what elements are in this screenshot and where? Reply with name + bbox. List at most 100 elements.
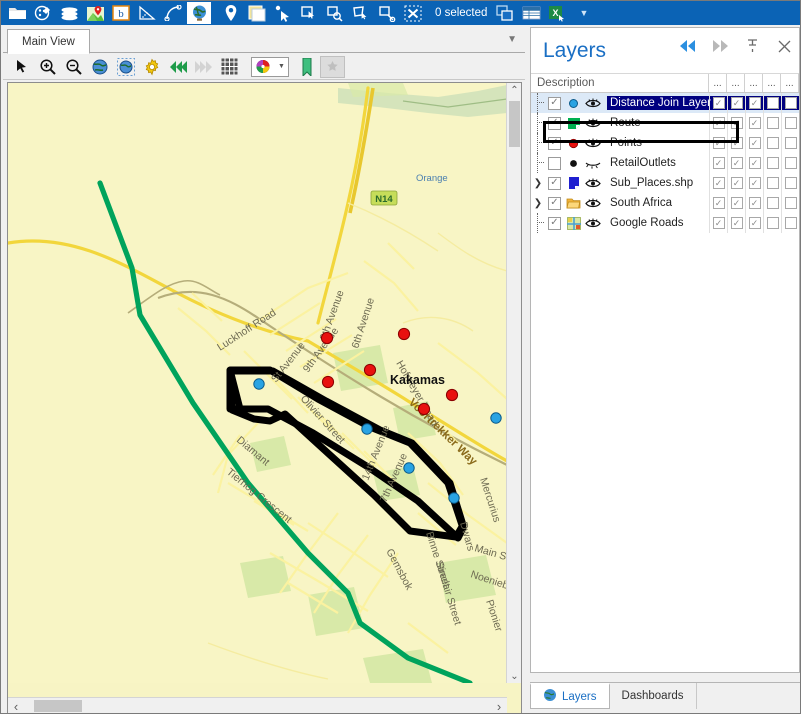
layer-checkbox[interactable]: ✓ xyxy=(548,196,561,210)
basemap-b-icon[interactable]: b xyxy=(109,2,133,24)
layer-row-route[interactable]: ✓ Route ✓ ✓ ✓ xyxy=(531,113,799,133)
visibility-eye-icon[interactable] xyxy=(584,175,602,191)
pan-pointer-icon[interactable] xyxy=(9,56,34,78)
globe-icon[interactable] xyxy=(187,2,211,24)
flag-cell-3[interactable]: ✓ xyxy=(745,93,763,113)
column-extra-5[interactable]: ... xyxy=(781,74,799,92)
tree-expander[interactable]: ❯ xyxy=(531,173,545,193)
map-view[interactable]: N14 Orange Luckhoff Road St Avenue 9th A… xyxy=(7,82,522,713)
tree-expander[interactable]: ❯ xyxy=(531,193,545,213)
layer-row-retailoutlets[interactable]: RetailOutlets ✓ ✓ ✓ xyxy=(531,153,799,173)
visibility-eye-icon[interactable] xyxy=(584,95,602,111)
close-icon[interactable] xyxy=(775,37,793,55)
curve-tool-icon[interactable] xyxy=(161,2,185,24)
clear-selection-icon[interactable] xyxy=(401,2,425,24)
bookmark-flag-icon[interactable] xyxy=(294,56,319,78)
layer-checkbox[interactable]: ✓ xyxy=(548,216,561,230)
copy-selection-icon[interactable] xyxy=(493,2,517,24)
flag-cell-2[interactable]: ✓ xyxy=(727,93,745,113)
select-pointer-icon[interactable] xyxy=(271,2,295,24)
flag-cell-3[interactable]: ✓ xyxy=(745,133,763,153)
select-circle-icon[interactable] xyxy=(323,2,347,24)
layer-checkbox[interactable]: ✓ xyxy=(548,116,561,130)
map-canvas[interactable]: N14 Orange Luckhoff Road St Avenue 9th A… xyxy=(8,83,507,683)
tab-main-view[interactable]: Main View xyxy=(7,29,90,54)
hscroll-thumb[interactable] xyxy=(34,700,82,712)
flag-cell-1[interactable]: ✓ xyxy=(709,193,727,213)
layout-page-icon[interactable] xyxy=(245,2,269,24)
tab-layers[interactable]: Layers xyxy=(530,683,610,709)
place-marker-icon[interactable] xyxy=(219,2,243,24)
flag-cell-3[interactable]: ✓ xyxy=(745,153,763,173)
scroll-up-arrow[interactable]: ⌃ xyxy=(507,83,521,97)
flag-cell-1[interactable]: ✓ xyxy=(709,113,727,133)
vscroll-thumb[interactable] xyxy=(509,101,520,147)
column-extra-3[interactable]: ... xyxy=(745,74,763,92)
flag-cell-2[interactable]: ✓ xyxy=(727,193,745,213)
visibility-eye-icon[interactable] xyxy=(584,215,602,231)
collapse-left-icon[interactable] xyxy=(679,37,697,55)
favourite-star-button[interactable] xyxy=(320,55,345,78)
flag-cell-5[interactable] xyxy=(781,133,799,153)
select-rectangle-icon[interactable] xyxy=(297,2,321,24)
flag-cell-4[interactable] xyxy=(763,93,781,113)
expand-right-icon[interactable] xyxy=(711,37,729,55)
pin-icon[interactable] xyxy=(743,37,761,55)
measure-ruler-icon[interactable] xyxy=(135,2,159,24)
map-horizontal-scrollbar[interactable]: ‹ › xyxy=(8,697,507,713)
column-extra-4[interactable]: ... xyxy=(763,74,781,92)
flag-cell-4[interactable] xyxy=(763,173,781,193)
visibility-eye-icon[interactable] xyxy=(584,115,602,131)
scroll-down-arrow[interactable]: ⌄ xyxy=(507,669,521,683)
flag-cell-1[interactable]: ✓ xyxy=(709,133,727,153)
layer-checkbox[interactable] xyxy=(548,156,561,170)
visibility-eye-icon[interactable] xyxy=(584,135,602,151)
flag-cell-4[interactable] xyxy=(763,133,781,153)
toolbar-overflow-caret[interactable]: ▼ xyxy=(579,8,588,18)
zoom-out-icon[interactable] xyxy=(61,56,86,78)
previous-extent-icon[interactable] xyxy=(165,56,190,78)
flag-cell-2[interactable]: ✓ xyxy=(727,153,745,173)
flag-cell-2[interactable]: ✓ xyxy=(727,213,745,233)
palette-dropdown[interactable]: ▼ xyxy=(251,56,289,77)
attribute-table-icon[interactable] xyxy=(519,2,543,24)
layer-row-points[interactable]: ✓ Points ✓ ✓ ✓ xyxy=(531,133,799,153)
flag-cell-5[interactable] xyxy=(781,93,799,113)
grid-icon[interactable] xyxy=(217,56,242,78)
layer-checkbox[interactable]: ✓ xyxy=(548,136,561,150)
column-extra-1[interactable]: ... xyxy=(709,74,727,92)
flag-cell-1[interactable]: ✓ xyxy=(709,173,727,193)
flag-cell-5[interactable] xyxy=(781,153,799,173)
layers-stack-icon[interactable] xyxy=(57,2,81,24)
flag-cell-2[interactable]: ✓ xyxy=(727,133,745,153)
layer-row-distance-join-layer[interactable]: ✓ Distance Join Layer ✓ ✓ ✓ xyxy=(531,93,799,113)
tabstrip-overflow-caret[interactable]: ▼ xyxy=(507,34,517,45)
layer-checkbox[interactable]: ✓ xyxy=(548,176,561,190)
flag-cell-2[interactable]: ✓ xyxy=(727,173,745,193)
layer-checkbox[interactable]: ✓ xyxy=(548,96,561,110)
layer-row-google-roads[interactable]: ✓ Google Roads ✓ ✓ ✓ xyxy=(531,213,799,233)
visibility-eye-closed-icon[interactable] xyxy=(584,155,602,171)
flag-cell-3[interactable]: ✓ xyxy=(745,173,763,193)
map-pin-layer-icon[interactable] xyxy=(83,2,107,24)
settings-gear-icon[interactable] xyxy=(139,56,164,78)
flag-cell-5[interactable] xyxy=(781,173,799,193)
flag-cell-2[interactable]: ✓ xyxy=(727,113,745,133)
flag-cell-1[interactable]: ✓ xyxy=(709,93,727,113)
flag-cell-5[interactable] xyxy=(781,113,799,133)
flag-cell-3[interactable]: ✓ xyxy=(745,213,763,233)
zoom-layer-extent-icon[interactable] xyxy=(113,56,138,78)
flag-cell-1[interactable]: ✓ xyxy=(709,213,727,233)
visibility-eye-icon[interactable] xyxy=(584,195,602,211)
tab-dashboards[interactable]: Dashboards xyxy=(610,683,697,709)
export-excel-icon[interactable]: X xyxy=(545,2,569,24)
flag-cell-3[interactable]: ✓ xyxy=(745,193,763,213)
flag-cell-4[interactable] xyxy=(763,113,781,133)
zoom-in-icon[interactable] xyxy=(35,56,60,78)
scroll-right-arrow[interactable]: › xyxy=(491,698,507,714)
open-folder-icon[interactable] xyxy=(5,2,29,24)
flag-cell-3[interactable]: ✓ xyxy=(745,113,763,133)
layer-row-sub-places[interactable]: ❯ ✓ Sub_Places.shp ✓ ✓ ✓ xyxy=(531,173,799,193)
flag-cell-5[interactable] xyxy=(781,193,799,213)
flag-cell-4[interactable] xyxy=(763,153,781,173)
